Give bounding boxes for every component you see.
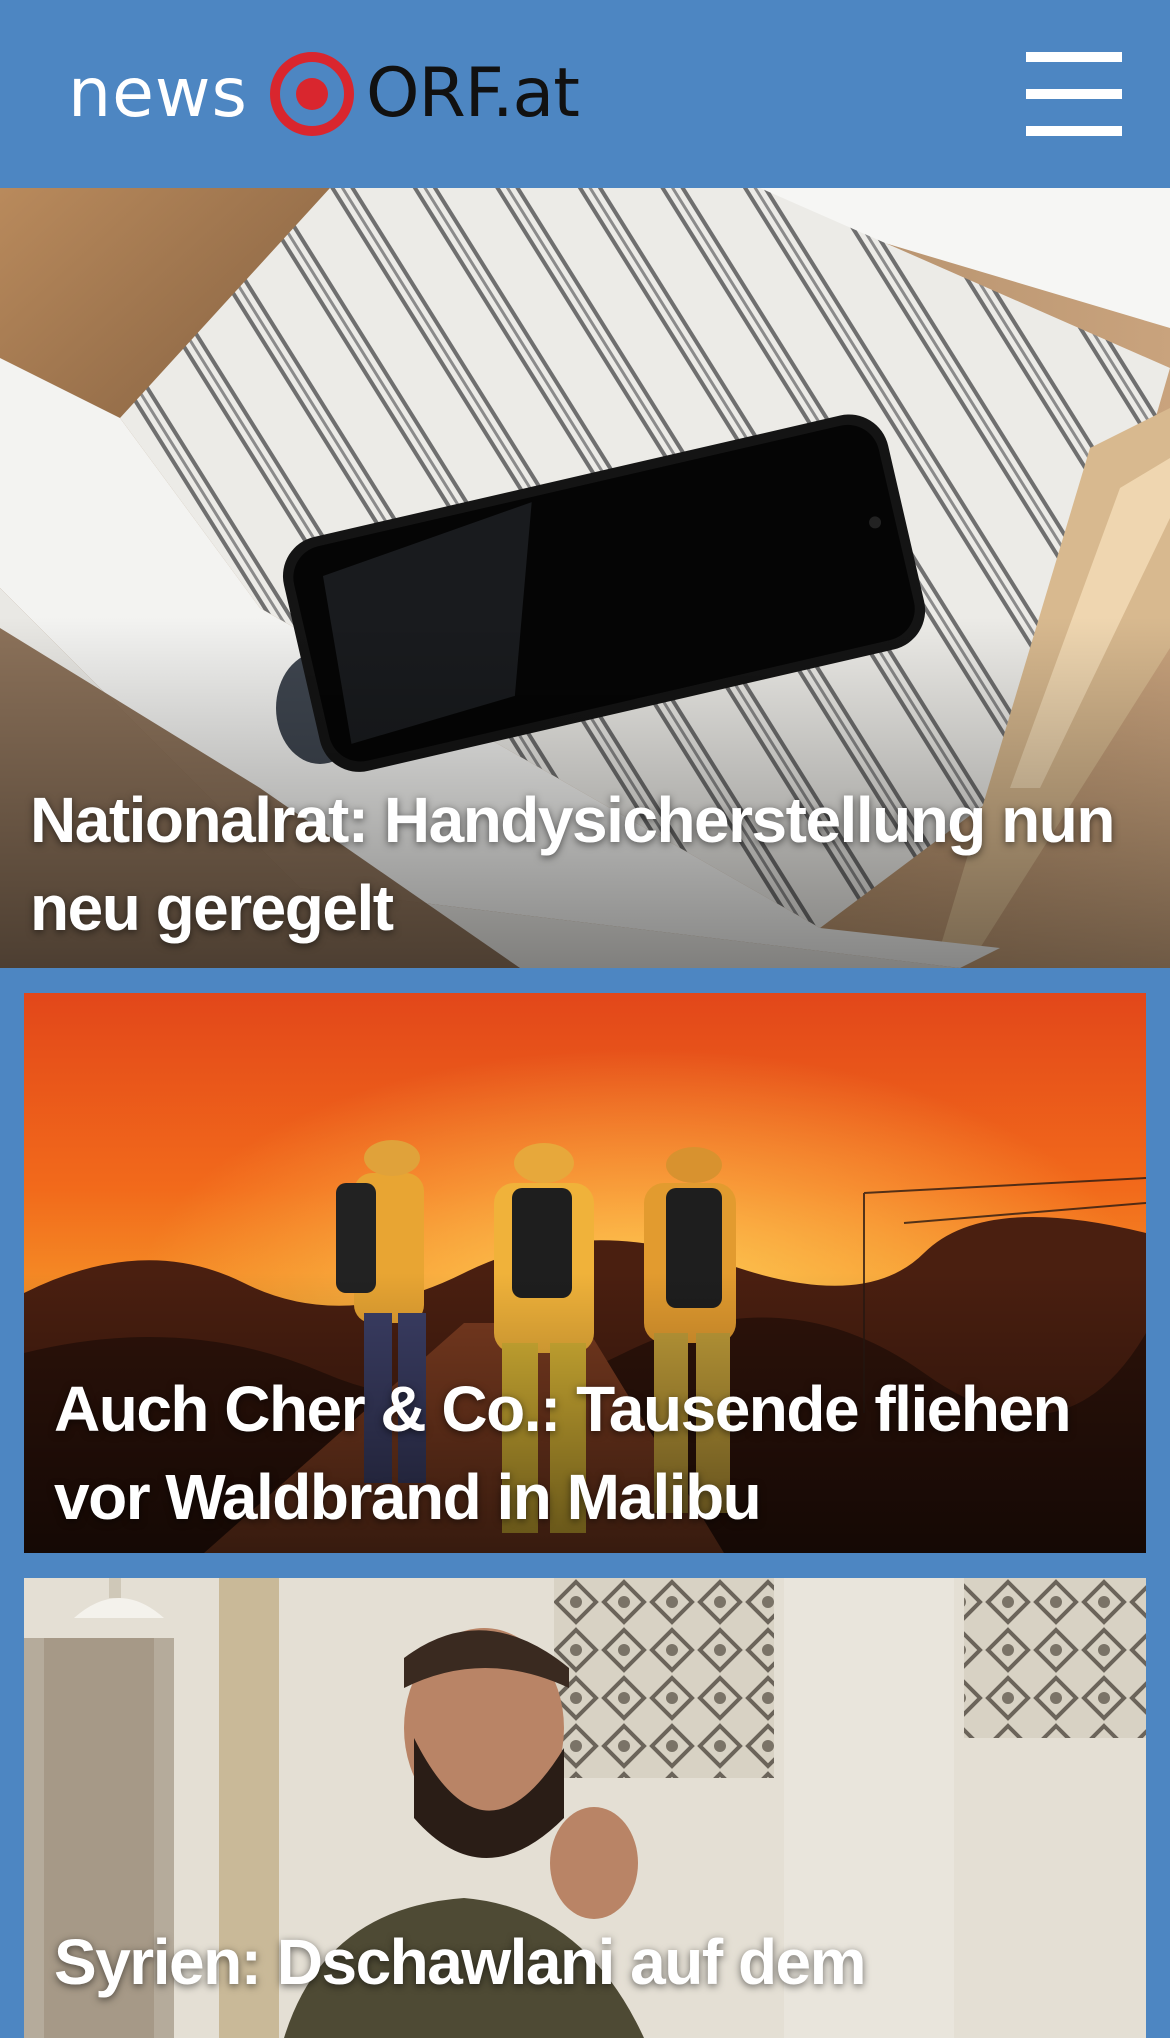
- story-card[interactable]: Syrien: Dschawlani auf dem: [24, 1578, 1146, 2038]
- hamburger-menu-icon[interactable]: [1026, 52, 1122, 136]
- app-header: news ORF.at: [0, 0, 1170, 188]
- story-headline[interactable]: Syrien: Dschawlani auf dem: [54, 1918, 1114, 2006]
- top-story[interactable]: Nationalrat: Handysicherstellung nun neu…: [0, 188, 1170, 968]
- orf-news-logo[interactable]: news ORF.at: [68, 48, 580, 140]
- story-card[interactable]: Auch Cher & Co.: Tausende fliehen vor Wa…: [24, 993, 1146, 1553]
- logo-news-text: news: [68, 54, 248, 133]
- orf-eye-logo-icon: [269, 52, 354, 136]
- story-headline[interactable]: Auch Cher & Co.: Tausende fliehen vor Wa…: [54, 1365, 1114, 1541]
- logo-orf-text: ORF.at: [365, 54, 580, 133]
- story-headline[interactable]: Nationalrat: Handysicherstellung nun neu…: [30, 776, 1160, 952]
